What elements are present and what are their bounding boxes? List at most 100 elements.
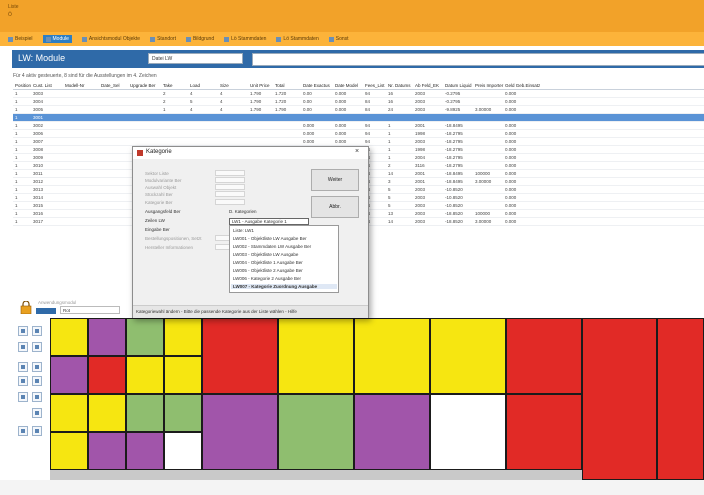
tool-button[interactable]: [18, 392, 28, 402]
menu-item[interactable]: Lö Stammdaten: [224, 36, 266, 42]
column-header[interactable]: Position: [15, 82, 31, 89]
column-header[interactable]: Take: [163, 82, 173, 89]
column-header[interactable]: Modell-Nr: [65, 82, 85, 89]
tile[interactable]: [126, 356, 164, 394]
tool-button[interactable]: [32, 376, 42, 386]
column-header[interactable]: Date Model: [335, 82, 358, 89]
category-list-item[interactable]: LW001 - Objektliste LW Ausgabe Ber: [233, 236, 307, 241]
dialog-field-input[interactable]: [215, 184, 245, 190]
close-icon[interactable]: ×: [355, 148, 359, 155]
column-header[interactable]: Upgrade Ber: [130, 82, 156, 89]
tile[interactable]: [164, 318, 202, 356]
tile[interactable]: [88, 432, 126, 470]
tile[interactable]: [126, 318, 164, 356]
tile[interactable]: [354, 394, 430, 470]
column-header[interactable]: Total: [275, 82, 285, 89]
cancel-button[interactable]: Abbr.: [311, 196, 359, 218]
tool-button[interactable]: [32, 342, 42, 352]
ok-button[interactable]: Weiter: [311, 169, 359, 191]
tile[interactable]: [126, 432, 164, 470]
dialog-field-input[interactable]: [215, 177, 245, 183]
menu-item[interactable]: Lö Stammdaten: [276, 36, 319, 42]
table-row[interactable]: 1 3002 0.000 0.000 94 1 2001 -18.8495 0.000: [13, 122, 704, 130]
tile[interactable]: [50, 318, 88, 356]
column-header[interactable]: Preis Importer: [475, 82, 503, 89]
column-header[interactable]: Date Exactus: [303, 82, 330, 89]
menu-item[interactable]: Sonst: [328, 36, 349, 42]
tile[interactable]: [202, 394, 278, 470]
category-list-item[interactable]: Liste: LW1: [233, 228, 254, 233]
menu-item[interactable]: Standort: [150, 36, 176, 42]
category-list-item[interactable]: LW006 - Kategorie 2 Ausgabe Ber: [233, 276, 301, 281]
tool-button[interactable]: [18, 326, 28, 336]
category-list-item[interactable]: LW003 - Objektliste LW Ausgabe: [233, 252, 298, 257]
column-header[interactable]: Cust. List: [33, 82, 52, 89]
table-row[interactable]: 1 3006 0.000 0.000 94 1 1998 -18.2795 0.000: [13, 130, 704, 138]
tool-button[interactable]: [18, 376, 28, 386]
column-header[interactable]: Datum Liquid: [445, 82, 472, 89]
tile[interactable]: [657, 318, 704, 480]
category-list-item[interactable]: LW005 - Objektliste 2 Ausgabe Ber: [233, 268, 303, 273]
tile[interactable]: [278, 318, 354, 394]
tile[interactable]: [506, 394, 582, 470]
tile-canvas[interactable]: [50, 318, 704, 490]
table-row[interactable]: 1 3001: [13, 114, 704, 122]
tile[interactable]: [202, 318, 278, 394]
category-select[interactable]: LW1 - Ausgabe Kategorie 1: [229, 218, 309, 225]
color-field[interactable]: Rot: [60, 306, 120, 314]
table-cell: 0.000: [335, 123, 347, 128]
dialog-field-input[interactable]: [215, 170, 245, 176]
tile[interactable]: [164, 356, 202, 394]
tile[interactable]: [164, 394, 202, 432]
column-header[interactable]: Ab Feld_EK: [415, 82, 439, 89]
column-header[interactable]: Fees_List: [365, 82, 385, 89]
tool-button[interactable]: [32, 362, 42, 372]
column-header[interactable]: Date_Sel: [101, 82, 120, 89]
tool-button[interactable]: [18, 342, 28, 352]
menu-item[interactable]: Ansichtsmodul Objekte: [81, 36, 140, 42]
tool-button[interactable]: [32, 326, 42, 336]
tile[interactable]: [88, 356, 126, 394]
tool-button[interactable]: [32, 426, 42, 436]
module-dropdown[interactable]: Datei LW: [148, 53, 243, 64]
table-row[interactable]: 1 3004 2 5 4 1.790 1.720 0.00 0.000 84 16 2003 -0.27…: [13, 98, 704, 106]
dialog-field-input[interactable]: [215, 199, 245, 205]
module-header: LW: Module Datei LW: [12, 50, 704, 68]
category-list-item[interactable]: LW007 - Kategorie Zuordnung Ausgabe: [231, 284, 337, 289]
tile[interactable]: [164, 432, 202, 470]
tile[interactable]: [88, 394, 126, 432]
table-row[interactable]: 1 3003 2 4 4 1.790 1.720 0.00 0.000 94 16 2003 -0.27…: [13, 90, 704, 98]
tile[interactable]: [88, 318, 126, 356]
tile[interactable]: [430, 394, 506, 470]
tile[interactable]: [126, 394, 164, 432]
dialog-field-input[interactable]: [215, 191, 245, 197]
column-header[interactable]: Size: [220, 82, 229, 89]
category-list[interactable]: Liste: LW1 LW001 - Objektliste LW Ausgabe…: [229, 225, 339, 293]
menu-item[interactable]: Module: [42, 35, 72, 43]
menu-item[interactable]: Beispiel: [8, 36, 33, 42]
tool-button[interactable]: [32, 408, 42, 418]
tile[interactable]: [50, 356, 88, 394]
tile[interactable]: [430, 318, 506, 394]
tool-button[interactable]: [32, 392, 42, 402]
tile[interactable]: [354, 318, 430, 394]
tool-button[interactable]: [18, 362, 28, 372]
table-row[interactable]: 1 3005 1 4 4 1.790 1.790 0.00 0.000 84 24 2003 -9.89…: [13, 106, 704, 114]
tile[interactable]: [582, 318, 657, 480]
tile[interactable]: [506, 318, 582, 394]
category-list-item[interactable]: LW002 - Stammdaten LW Ausgabe Ber: [233, 244, 311, 249]
tile[interactable]: [50, 432, 88, 470]
tool-button[interactable]: [18, 426, 28, 436]
tile[interactable]: [50, 394, 88, 432]
tile[interactable]: [278, 394, 354, 470]
table-cell: 84: [365, 99, 371, 104]
column-header[interactable]: Geld Geb.Einsatz: [505, 82, 540, 89]
table-row[interactable]: 1 3007 0.000 0.000 94 1 2003 -18.2795 0.000: [13, 138, 704, 146]
lock-icon[interactable]: [20, 301, 32, 314]
module-search-input[interactable]: [252, 53, 704, 66]
category-list-item[interactable]: LW004 - Objektliste 1 Ausgabe Ber: [233, 260, 303, 265]
column-header[interactable]: Nr. Datums: [388, 82, 411, 89]
menu-item[interactable]: Bildgrund: [185, 36, 214, 42]
column-header[interactable]: Unit Price: [250, 82, 270, 89]
column-header[interactable]: Load: [190, 82, 200, 89]
